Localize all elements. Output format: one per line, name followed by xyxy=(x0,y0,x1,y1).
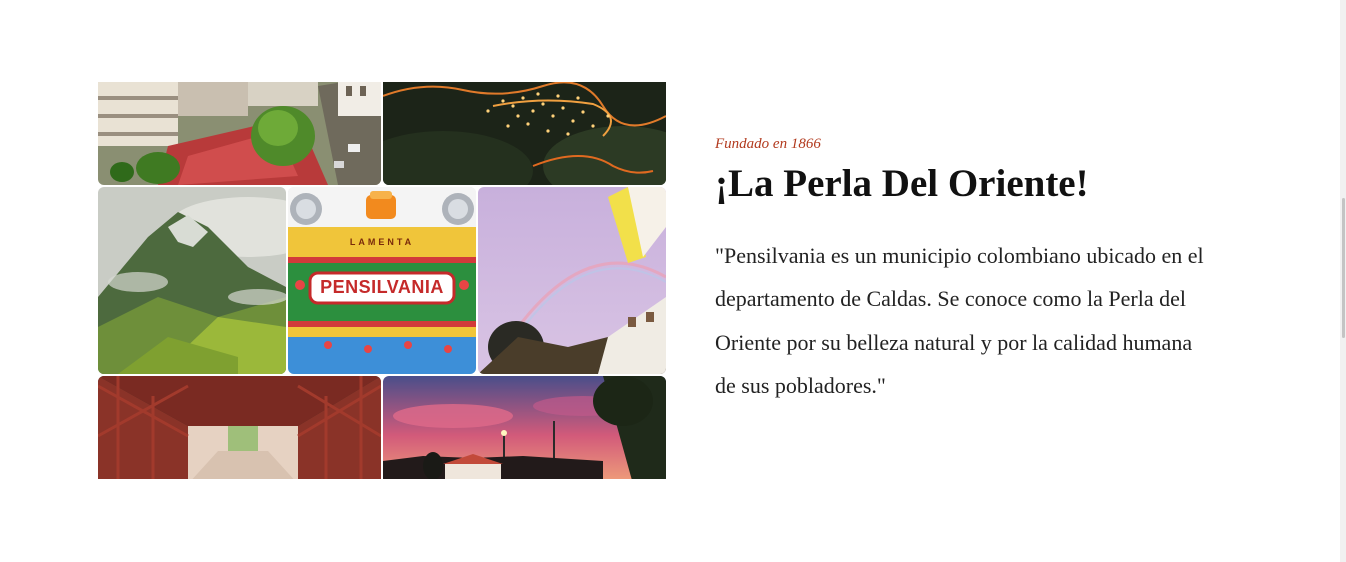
page-title: ¡La Perla Del Oriente! xyxy=(715,162,1089,205)
chiva-sign-label: PENSILVANIA xyxy=(320,277,444,297)
chiva-top-label: LAMENTA xyxy=(349,237,415,247)
photo-night-aerial xyxy=(383,82,666,185)
photo-covered-bridge xyxy=(98,376,381,479)
photo-rainbow xyxy=(478,187,666,374)
hero-text: Fundado en 1866 ¡La Perla Del Oriente! "… xyxy=(715,128,1215,408)
photo-gallery: PENSILVANIA LAMENTA xyxy=(98,82,666,479)
founded-subtitle: Fundado en 1866 xyxy=(715,136,821,152)
scrollbar-thumb[interactable] xyxy=(1342,198,1345,338)
page-scrollbar[interactable] xyxy=(1340,0,1346,562)
photo-mountain xyxy=(98,187,286,374)
photo-town-plaza xyxy=(98,82,381,185)
description-text: "Pensilvania es un municipio colombiano … xyxy=(715,242,1204,399)
photo-chiva-sign: PENSILVANIA LAMENTA xyxy=(288,187,476,374)
photo-sunset-street xyxy=(383,376,666,479)
